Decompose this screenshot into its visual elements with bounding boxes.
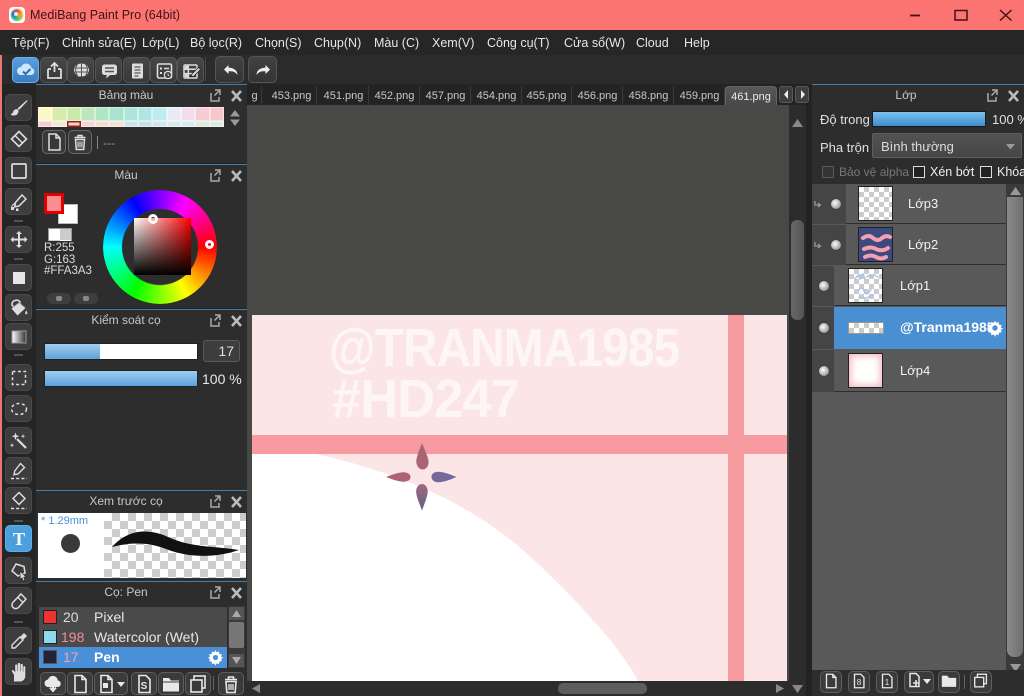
svg-text:S: S [141,681,148,692]
svg-text:1: 1 [885,678,890,687]
svg-text:8: 8 [857,678,862,687]
svg-text:T: T [13,529,25,549]
